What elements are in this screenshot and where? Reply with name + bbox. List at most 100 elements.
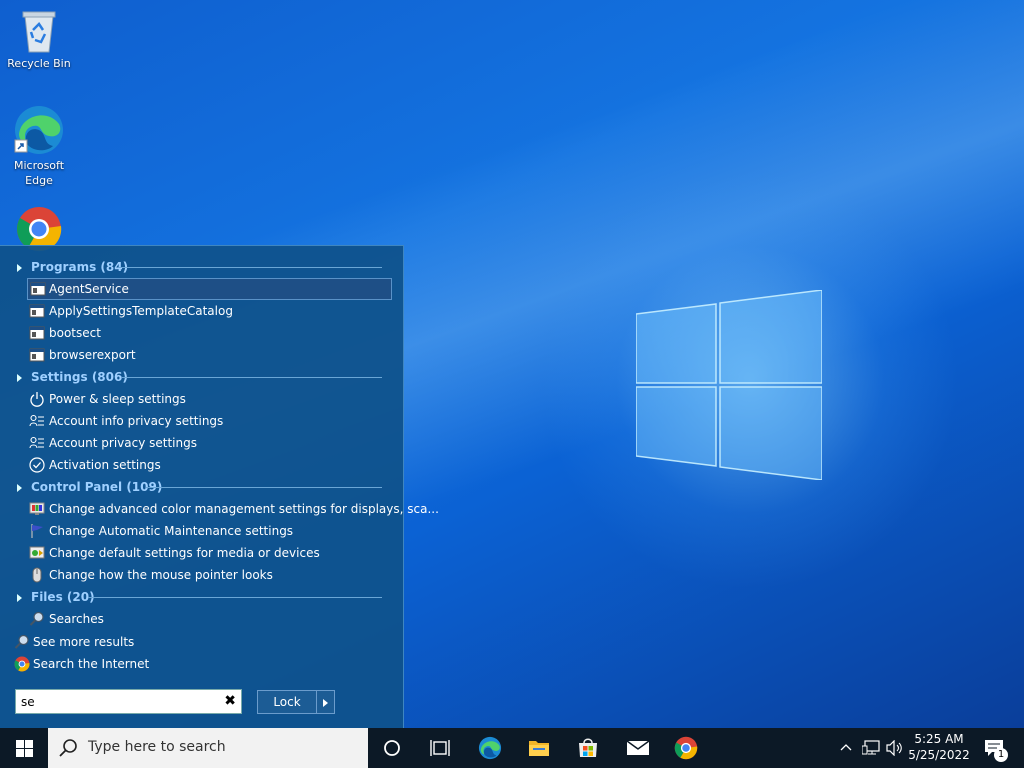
taskbar-file-explorer-button[interactable]: [515, 728, 563, 768]
result-program-browserexport[interactable]: browserexport: [0, 344, 400, 366]
result-label: Power & sleep settings: [49, 392, 186, 406]
result-program-applysettings[interactable]: ApplySettingsTemplateCatalog: [0, 300, 400, 322]
file-explorer-icon: [529, 741, 549, 756]
see-more-results-link[interactable]: See more results: [0, 631, 400, 653]
result-setting-power-sleep[interactable]: Power & sleep settings: [0, 388, 400, 410]
expand-arrow-icon: [17, 374, 22, 382]
result-cp-default-media[interactable]: Change default settings for media or dev…: [0, 542, 400, 564]
microsoft-store-icon: [579, 738, 597, 757]
show-hidden-icons-button[interactable]: [836, 728, 856, 768]
desktop-icon-edge[interactable]: Microsoft Edge: [4, 104, 74, 188]
power-icon: [30, 392, 44, 407]
task-view-icon: [430, 740, 450, 756]
expand-arrow-icon: [17, 594, 22, 602]
result-label: Change Automatic Maintenance settings: [49, 524, 294, 538]
divider: [88, 597, 382, 598]
autoplay-icon: [29, 546, 45, 559]
volume-button[interactable]: [884, 728, 906, 768]
speaker-icon: [886, 740, 902, 756]
lock-label: Lock: [273, 695, 301, 709]
result-label: browserexport: [49, 348, 136, 362]
result-cp-color-management[interactable]: Change advanced color management setting…: [0, 498, 439, 520]
app-window-icon: [29, 326, 45, 340]
chrome-icon: [674, 736, 698, 760]
result-label: Activation settings: [49, 458, 161, 472]
start-button[interactable]: [0, 728, 48, 768]
app-window-icon: [29, 304, 45, 318]
expand-arrow-icon: [17, 264, 22, 272]
clock-time: 5:25 AM: [914, 732, 964, 746]
result-label: bootsect: [49, 326, 101, 340]
link-label: See more results: [33, 635, 135, 649]
desktop-icon-recycle-bin[interactable]: Recycle Bin: [4, 8, 74, 71]
result-setting-activation[interactable]: Activation settings: [0, 454, 400, 476]
start-search-box: ✖: [15, 689, 242, 714]
result-cp-mouse-pointer[interactable]: Change how the mouse pointer looks: [0, 564, 400, 586]
category-label: Files (20): [31, 590, 95, 604]
search-folder-icon: [29, 611, 44, 626]
result-label: Change advanced color management setting…: [49, 502, 439, 516]
result-label: Searches: [49, 612, 104, 626]
color-management-icon: [29, 502, 45, 515]
divider: [146, 487, 382, 488]
result-cp-automatic-maintenance[interactable]: Change Automatic Maintenance settings: [0, 520, 400, 542]
taskbar-mail-button[interactable]: [614, 728, 662, 768]
start-search-input[interactable]: [16, 690, 206, 713]
notification-count-badge: 1: [994, 748, 1008, 762]
account-list-icon: [29, 414, 44, 427]
category-label: Control Panel (109): [31, 480, 163, 494]
edge-icon: [14, 106, 63, 154]
category-label: Settings (806): [31, 370, 128, 384]
chevron-right-icon: [323, 699, 328, 707]
taskbar-chrome-button[interactable]: [662, 728, 710, 768]
link-label: Search the Internet: [33, 657, 150, 671]
result-program-bootsect[interactable]: bootsect: [0, 322, 400, 344]
mail-icon: [626, 740, 650, 755]
power-options-arrow-button[interactable]: [316, 690, 335, 714]
category-control-panel[interactable]: Control Panel (109): [0, 476, 400, 498]
task-view-button[interactable]: [416, 728, 464, 768]
app-window-icon: [30, 282, 46, 296]
divider: [118, 267, 382, 268]
recycle-bin-icon: [22, 11, 56, 53]
category-files[interactable]: Files (20): [0, 586, 400, 608]
category-label: Programs (84): [31, 260, 129, 274]
clear-search-icon[interactable]: ✖: [224, 693, 236, 709]
network-icon: [862, 740, 880, 755]
search-icon: [59, 739, 77, 757]
windows-start-icon: [16, 740, 33, 757]
taskbar: Type here to search 5:25 AM 5/25/2022 1: [0, 728, 1024, 768]
category-settings[interactable]: Settings (806): [0, 366, 400, 388]
lock-button[interactable]: Lock: [257, 690, 317, 714]
action-center-button[interactable]: 1: [978, 728, 1024, 768]
result-label: ApplySettingsTemplateCatalog: [49, 304, 233, 318]
account-list-icon: [29, 436, 44, 449]
result-label: Change how the mouse pointer looks: [49, 568, 273, 582]
taskbar-store-button[interactable]: [564, 728, 612, 768]
edge-icon: [478, 736, 502, 760]
taskbar-search-box[interactable]: Type here to search: [48, 728, 368, 768]
chrome-icon: [14, 656, 30, 672]
search-icon: [14, 634, 29, 649]
result-label: Change default settings for media or dev…: [49, 546, 320, 560]
category-programs[interactable]: Programs (84): [0, 256, 400, 278]
result-setting-account-privacy[interactable]: Account privacy settings: [0, 432, 400, 454]
result-program-agentservice[interactable]: AgentService: [27, 278, 392, 300]
clock[interactable]: 5:25 AM 5/25/2022: [904, 731, 974, 763]
windows-logo-wallpaper: [636, 290, 822, 480]
cortana-button[interactable]: [368, 728, 416, 768]
result-setting-account-info-privacy[interactable]: Account info privacy settings: [0, 410, 400, 432]
result-label: AgentService: [49, 282, 129, 296]
desktop-icon-label: Microsoft Edge: [13, 159, 65, 187]
cortana-circle-icon: [384, 740, 400, 756]
checkmark-circle-icon: [29, 457, 45, 473]
result-label: Account info privacy settings: [49, 414, 224, 428]
clock-date: 5/25/2022: [908, 748, 970, 762]
taskbar-edge-button[interactable]: [466, 728, 514, 768]
chevron-up-icon: [840, 744, 852, 751]
network-button[interactable]: [860, 728, 882, 768]
result-label: Account privacy settings: [49, 436, 197, 450]
search-internet-link[interactable]: Search the Internet: [0, 653, 400, 675]
expand-arrow-icon: [17, 484, 22, 492]
result-file-searches[interactable]: Searches: [0, 608, 400, 630]
